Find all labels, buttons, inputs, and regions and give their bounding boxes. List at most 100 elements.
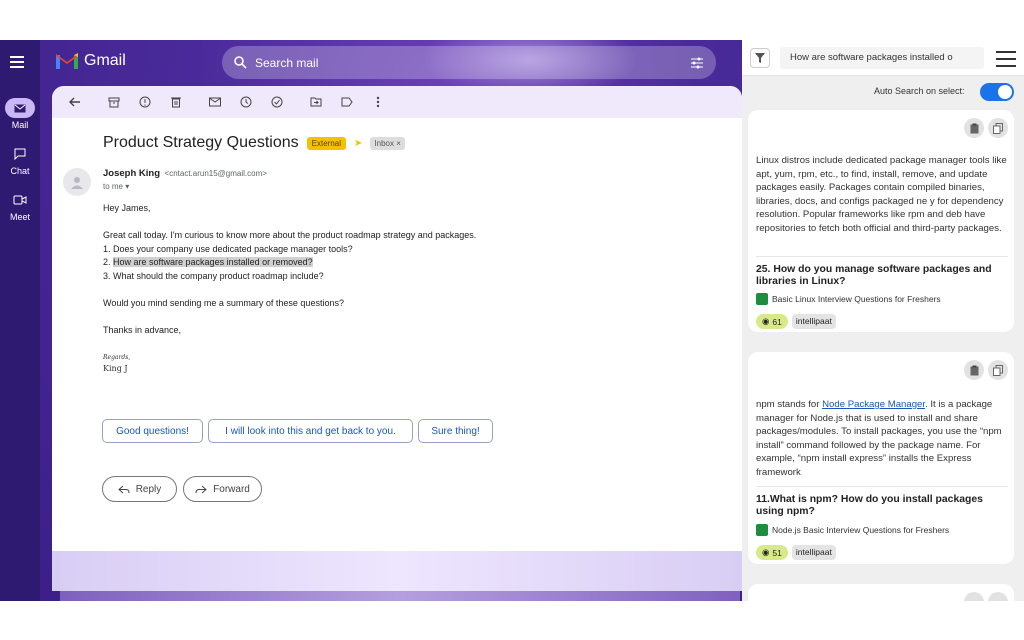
- report-spam-icon[interactable]: [134, 91, 156, 113]
- question-3: 3. What should the company product roadm…: [103, 270, 324, 281]
- forward-label: Forward: [213, 483, 250, 495]
- inbox-label[interactable]: Inbox ×: [370, 136, 405, 150]
- clipboard-icon[interactable]: [964, 592, 984, 601]
- result-question[interactable]: 25. How do you manage software packages …: [756, 264, 1010, 288]
- panel-menu-icon[interactable]: [996, 51, 1016, 72]
- signature-name: King J: [103, 364, 128, 373]
- forward-button[interactable]: Forward: [183, 476, 262, 502]
- result-snippet: Linux distros include dedicated package …: [756, 155, 1007, 234]
- snooze-icon[interactable]: [235, 91, 257, 113]
- reply-button[interactable]: Reply: [102, 476, 177, 502]
- result-meta: ◉ 51 intellipaat: [756, 545, 836, 560]
- gmail-logo[interactable]: Gmail: [56, 52, 126, 70]
- reply-label: Reply: [135, 483, 162, 495]
- nav-chat-label: Chat: [10, 166, 30, 176]
- sender-info: Joseph King <cntact.arun15@gmail.com>: [103, 168, 267, 179]
- move-to-icon[interactable]: [305, 91, 327, 113]
- email-body: Hey James, Great call today. I'm curious…: [103, 202, 476, 338]
- nav-mail[interactable]: Mail: [3, 98, 37, 130]
- copy-icon[interactable]: [988, 592, 1008, 601]
- thanks-line: Thanks in advance,: [103, 325, 182, 336]
- search-options-icon[interactable]: [690, 57, 704, 69]
- copy-icon[interactable]: [988, 118, 1008, 138]
- email-view: Product Strategy Questions External ➤ In…: [52, 86, 742, 591]
- body-line: Great call today. I'm curious to know mo…: [103, 230, 477, 241]
- archive-icon[interactable]: [103, 91, 125, 113]
- result-card-actions: [964, 592, 1008, 601]
- snippet-text: . It is a package manager for Node.js th…: [756, 399, 1002, 478]
- question-2: 2. How are software packages installed o…: [103, 256, 476, 270]
- greeting: Hey James,: [103, 203, 151, 213]
- nav-meet-label: Meet: [9, 212, 30, 222]
- important-marker-icon[interactable]: ➤: [354, 138, 362, 149]
- sender-name[interactable]: Joseph King: [103, 168, 160, 179]
- more-options-icon[interactable]: [367, 91, 389, 113]
- bottom-blank-area: [0, 601, 1024, 640]
- email-subject: Product Strategy Questions: [103, 134, 299, 151]
- sheets-icon: [756, 293, 768, 305]
- sender-avatar[interactable]: [63, 168, 91, 196]
- toggle-knob: [998, 85, 1012, 99]
- copy-icon[interactable]: [988, 360, 1008, 380]
- gmail-m-icon: [56, 53, 78, 69]
- smart-reply-button[interactable]: I will look into this and get back to yo…: [208, 419, 413, 443]
- nav-mail-label: Mail: [11, 120, 29, 130]
- result-divider: [756, 486, 1008, 487]
- delete-icon[interactable]: [165, 91, 187, 113]
- source-tag[interactable]: intellipaat: [791, 545, 836, 560]
- auto-search-label: Auto Search on select:: [874, 86, 965, 96]
- result-source-label: Node.js Basic Interview Questions for Fr…: [772, 525, 950, 535]
- left-nav-rail: Mail Chat Meet: [0, 40, 40, 601]
- forward-icon: [195, 485, 207, 493]
- result-card: [748, 584, 1014, 601]
- nav-chat[interactable]: Chat: [3, 144, 37, 176]
- clipboard-icon[interactable]: [964, 118, 984, 138]
- views-chip: ◉ 61: [756, 314, 788, 329]
- mail-icon: [5, 98, 35, 118]
- result-source[interactable]: Basic Linux Interview Questions for Fres…: [756, 293, 941, 305]
- gmail-window: Mail Chat Meet Gmail Search mail Product…: [0, 40, 742, 601]
- result-source[interactable]: Node.js Basic Interview Questions for Fr…: [756, 524, 949, 536]
- selected-text[interactable]: How are software packages installed or r…: [113, 257, 313, 268]
- body-line: Would you mind sending me a summary of t…: [103, 298, 344, 309]
- result-question[interactable]: 11.What is npm? How do you install packa…: [756, 494, 1010, 518]
- mark-unread-icon[interactable]: [204, 91, 226, 113]
- smart-reply-button[interactable]: Good questions!: [102, 419, 203, 443]
- search-icon: [234, 56, 247, 69]
- result-card-actions: [964, 118, 1008, 138]
- eye-icon: ◉: [762, 547, 770, 557]
- search-placeholder: Search mail: [255, 55, 319, 70]
- signature: Regards, King J: [103, 354, 130, 373]
- top-blank-area: [0, 0, 1024, 40]
- main-menu-icon[interactable]: [10, 56, 24, 68]
- email-subject-row: Product Strategy Questions External ➤ In…: [103, 134, 405, 152]
- source-tag[interactable]: intellipaat: [791, 314, 836, 329]
- result-snippet: npm stands for Node Package Manager. It …: [756, 398, 1008, 480]
- nav-meet[interactable]: Meet: [3, 190, 37, 222]
- sheets-icon: [756, 524, 768, 536]
- result-meta: ◉ 61 intellipaat: [756, 314, 836, 329]
- search-bar[interactable]: Search mail: [222, 46, 716, 79]
- result-divider: [756, 256, 1008, 257]
- clipboard-icon[interactable]: [964, 360, 984, 380]
- remove-label-icon[interactable]: ×: [396, 139, 401, 148]
- auto-search-toggle[interactable]: [980, 83, 1014, 101]
- sender-email: <cntact.arun15@gmail.com>: [164, 169, 267, 178]
- back-arrow-icon[interactable]: [64, 91, 86, 113]
- filter-icon[interactable]: [750, 48, 770, 68]
- views-count: 51: [772, 547, 782, 558]
- snippet-link[interactable]: Node Package Manager: [822, 399, 925, 410]
- label-icon[interactable]: [336, 91, 358, 113]
- result-card-actions: [964, 360, 1008, 380]
- snippet-text: npm stands for: [756, 399, 823, 410]
- add-task-icon[interactable]: [266, 91, 288, 113]
- app-name: Gmail: [84, 52, 126, 69]
- email-view-footer: [52, 551, 742, 591]
- views-count: 61: [772, 316, 782, 327]
- smart-reply-button[interactable]: Sure thing!: [418, 419, 493, 443]
- result-card: Linux distros include dedicated package …: [748, 110, 1014, 332]
- signature-regards: Regards,: [103, 354, 131, 361]
- recipient-dropdown[interactable]: to me ▾: [103, 182, 129, 191]
- query-input[interactable]: How are software packages installed o: [780, 47, 984, 69]
- question-2-number: 2.: [103, 257, 114, 268]
